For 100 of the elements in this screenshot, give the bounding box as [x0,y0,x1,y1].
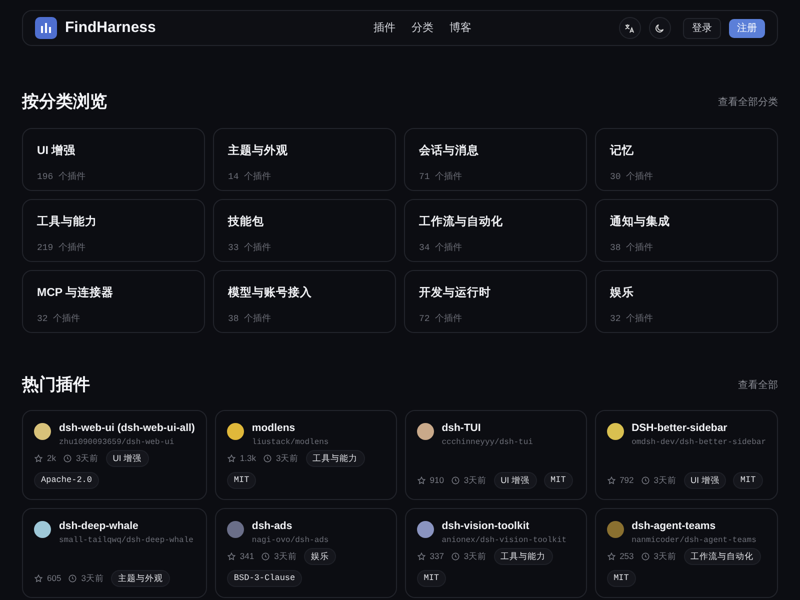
license-tag: Apache-2.0 [34,472,100,489]
clock-icon [640,476,650,485]
nav-link[interactable]: 分类 [411,20,434,36]
category-name: 工作流与自动化 [419,214,504,230]
updated-time: 3天前 [464,474,487,487]
repo-path: zhu1090093659/dsh-web-ui [59,436,176,449]
category-count: 32 个插件 [37,312,82,326]
plugin-card[interactable]: dsh-TUI ccchinneyyy/dsh-tui 910 3天前 UI 增强 MIT [404,410,587,500]
clock-icon [450,552,460,562]
plugin-name: dsh-TUI [442,420,482,436]
star-count: 2k [47,452,56,466]
updated-time: 3天前 [464,550,487,564]
login-button[interactable]: 登录 [682,18,721,38]
category-card[interactable]: 工作流与自动化 34 个插件 [404,199,587,262]
section-title: 热门插件 [22,375,90,396]
license-tag: MIT [416,570,446,587]
category-card[interactable]: 工具与能力 219 个插件 [22,199,205,262]
category-card[interactable]: 技能包 33 个插件 [213,199,396,262]
updated-time: 3天前 [654,474,676,487]
repo-path: nanmicoder/dsh-agent-teams [632,534,756,547]
star-icon [34,574,43,583]
plugin-card[interactable]: dsh-deep-whale small-tailqwq/dsh-deep-whale 605 3天前 主题与外观 [22,508,207,598]
star-count: 910 [430,474,444,487]
clock-icon [640,552,650,562]
star-icon [226,454,236,464]
star-count: 605 [47,572,62,585]
star-icon [226,552,236,562]
category-card[interactable]: 娱乐 32 个插件 [595,270,778,334]
category-tag[interactable]: 工作流与自动化 [684,548,760,566]
nav-link[interactable]: 插件 [373,20,396,36]
nav-link[interactable]: 博客 [449,20,472,36]
category-name: MCP 与连接器 [37,285,115,302]
category-tag[interactable]: 主题与外观 [110,570,170,587]
star-icon [416,476,426,485]
category-count: 71 个插件 [419,170,464,184]
category-tag[interactable]: 娱乐 [304,548,336,566]
translate-icon [624,22,636,34]
theme-toggle-button[interactable] [648,17,671,39]
star-count: 341 [240,550,254,564]
category-name: 会话与消息 [419,143,480,160]
star-count: 792 [620,474,634,487]
plugin-card[interactable]: dsh-vision-toolkit anionex/dsh-vision-toolkit 337 3天前 工具与能力 MIT [404,508,587,598]
repo-path: anionex/dsh-vision-toolkit [442,534,567,547]
moon-icon [654,22,666,34]
repo-path: liustack/modlens [252,436,329,449]
plugin-card[interactable]: dsh-ads nagi-ovo/dsh-ads 341 3天前 娱乐 BSD-3-Clause [214,508,397,598]
category-name: UI 增强 [37,144,77,160]
category-count: 72 个插件 [419,312,464,326]
category-tag[interactable]: UI 增强 [494,472,537,489]
section-title: 按分类浏览 [22,92,107,112]
register-button[interactable]: 注册 [728,18,765,38]
category-card[interactable]: MCP 与连接器 32 个插件 [22,270,205,334]
plugin-card[interactable]: dsh-agent-teams nanmicoder/dsh-agent-teams 253 3天前 工作流与自动化 MIT [594,508,778,598]
category-name: 模型与账号接入 [228,285,313,302]
star-icon [606,552,616,562]
category-card[interactable]: 通知与集成 38 个插件 [595,199,778,262]
category-card[interactable]: UI 增强 196 个插件 [22,128,205,192]
category-tag[interactable]: 工具与能力 [494,548,553,566]
brand-name[interactable]: FindHarness [65,16,156,40]
updated-time: 3天前 [76,452,99,466]
category-count: 219 个插件 [37,242,87,255]
updated-time: 3天前 [274,550,297,564]
clock-icon [62,454,72,464]
category-card[interactable]: 主题与外观 14 个插件 [213,128,396,192]
clock-icon [262,454,272,464]
view-all-link[interactable]: 查看全部分类 [718,94,778,110]
clock-icon [261,552,270,562]
license-tag: MIT [226,472,256,489]
category-tag[interactable]: 工具与能力 [306,450,365,468]
category-count: 38 个插件 [228,312,272,326]
category-name: 工具与能力 [37,214,98,230]
logo-icon [35,17,57,39]
updated-time: 3天前 [654,550,676,564]
license-tag: MIT [606,570,636,587]
updated-time: 3天前 [81,572,104,585]
category-name: 主题与外观 [228,143,289,160]
repo-path: omdsh-dev/dsh-better-sidebar [632,436,766,449]
view-all-link[interactable]: 查看全部 [738,378,778,394]
plugin-card[interactable]: dsh-web-ui (dsh-web-ui-all) zhu1090093659/dsh-web-ui 2k 3天前 UI 增强 Apache-2.0 [22,410,207,500]
language-button[interactable] [618,17,641,39]
clock-icon [68,574,78,583]
plugin-name: dsh-web-ui (dsh-web-ui-all) [59,420,195,436]
star-icon [34,454,43,464]
category-count: 32 个插件 [610,312,654,326]
star-count: 253 [620,550,634,564]
repo-path: small-tailqwq/dsh-deep-whale [59,534,194,547]
license-tag: BSD-3-Clause [226,570,302,587]
category-tag[interactable]: UI 增强 [684,472,726,489]
category-tag[interactable]: UI 增强 [106,450,149,468]
plugin-name: DSH-better-sidebar [632,420,728,436]
category-card[interactable]: 记忆 30 个插件 [595,128,778,192]
star-count: 1.3k [240,452,256,466]
category-card[interactable]: 模型与账号接入 38 个插件 [213,270,396,334]
clock-icon [450,476,460,485]
plugin-card[interactable]: modlens liustack/modlens 1.3k 3天前 工具与能力 MIT [214,410,397,500]
category-card[interactable]: 会话与消息 71 个插件 [404,128,587,192]
star-icon [606,476,616,485]
category-name: 记忆 [610,143,635,160]
plugin-card[interactable]: DSH-better-sidebar omdsh-dev/dsh-better-sidebar 792 3天前 UI 增强 MIT [594,410,778,500]
category-card[interactable]: 开发与运行时 72 个插件 [404,270,587,334]
